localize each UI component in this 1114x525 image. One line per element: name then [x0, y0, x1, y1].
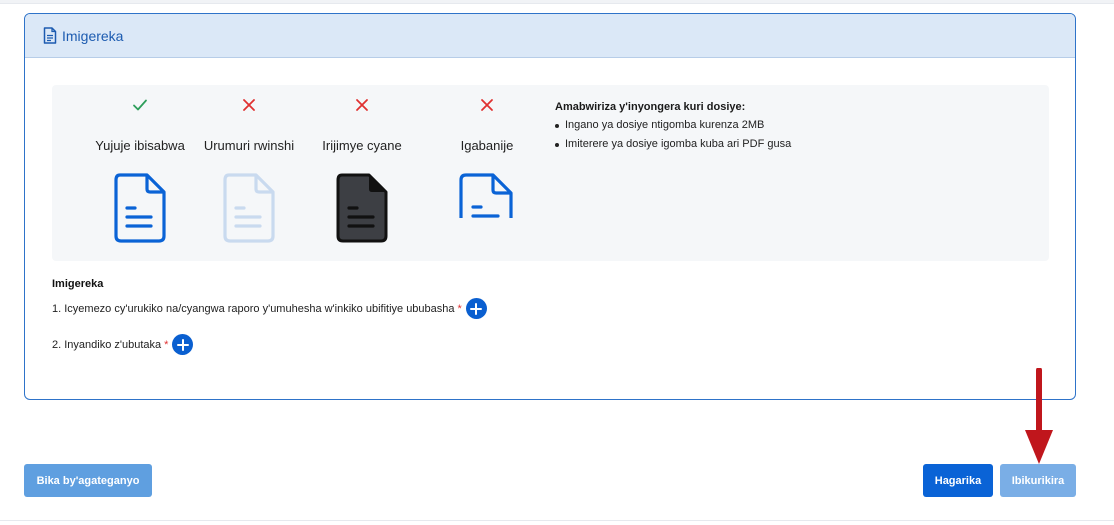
card-header: Imigereka — [25, 14, 1075, 58]
red-arrow-down-icon — [1022, 367, 1056, 473]
file-rules: Amabwiriza y'inyongera kuri dosiye: Inga… — [555, 101, 791, 157]
attachment-label: 1. Icyemezo cy'urukiko na/cyangwa raporo… — [52, 302, 455, 315]
document-icon — [427, 172, 547, 232]
attachments-card: Imigereka Yujuje ibisabwa Urumuri rwinsh… — [24, 13, 1076, 400]
save-draft-button[interactable]: Bika by'agateganyo — [24, 464, 152, 497]
next-button[interactable]: Ibikurikira — [1000, 464, 1076, 497]
plus-icon — [176, 338, 189, 351]
cross-icon — [189, 98, 309, 118]
file-rule-item: Imiterere ya dosiye igomba kuba ari PDF … — [555, 138, 791, 150]
file-text-icon — [43, 27, 57, 44]
example-caption: Yujuje ibisabwa — [95, 138, 185, 153]
document-icon — [302, 172, 422, 244]
attachments-title: Imigereka — [52, 278, 104, 290]
check-icon — [80, 98, 200, 118]
card-title: Imigereka — [62, 27, 124, 44]
file-rule-item: Ingano ya dosiye ntigomba kurenza 2MB — [555, 119, 791, 131]
divider — [0, 520, 1114, 521]
cross-icon — [427, 98, 547, 118]
top-strip — [0, 0, 1114, 4]
attachment-label: 2. Inyandiko z'ubutaka — [52, 338, 162, 351]
attachment-row-court-report: 1. Icyemezo cy'urukiko na/cyangwa raporo… — [52, 298, 487, 319]
document-icon — [80, 172, 200, 244]
file-rules-title: Amabwiriza y'inyongera kuri dosiye: — [555, 101, 746, 113]
example-caption: Irijimye cyane — [322, 138, 402, 153]
attachment-row-land-documents: 2. Inyandiko z'ubutaka * — [52, 334, 194, 355]
upload-guide-panel: Yujuje ibisabwa Urumuri rwinshi Irijimye… — [52, 85, 1049, 261]
required-asterisk: * — [164, 338, 169, 351]
required-asterisk: * — [457, 302, 462, 315]
cancel-button[interactable]: Hagarika — [923, 464, 993, 497]
document-icon — [189, 172, 309, 244]
example-caption: Urumuri rwinshi — [203, 138, 295, 153]
add-attachment-button[interactable] — [465, 298, 487, 319]
cross-icon — [302, 98, 422, 118]
file-rules-list: Ingano ya dosiye ntigomba kurenza 2MB Im… — [555, 119, 791, 150]
add-attachment-button[interactable] — [172, 334, 194, 355]
plus-icon — [470, 302, 483, 315]
example-caption: Igabanije — [460, 138, 514, 153]
